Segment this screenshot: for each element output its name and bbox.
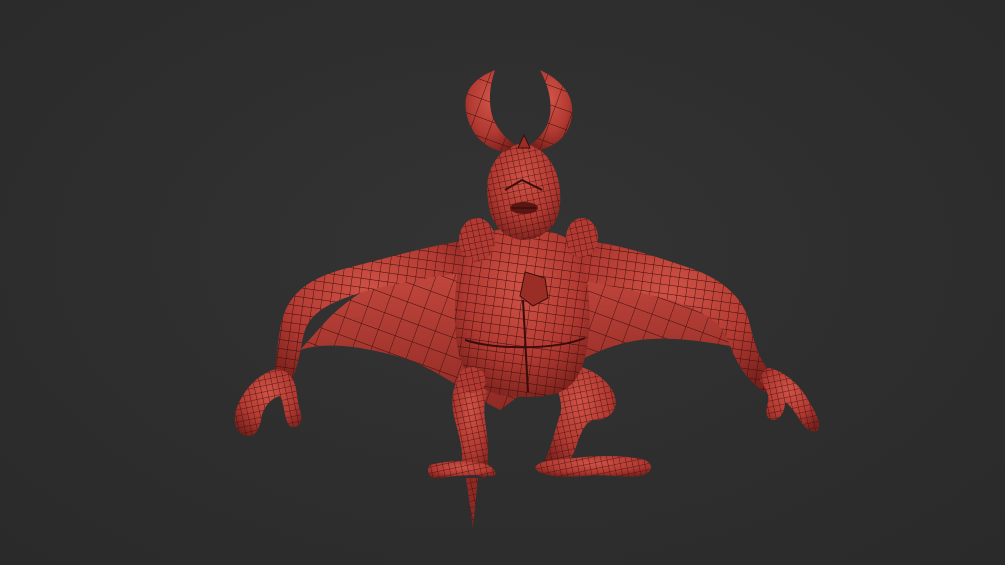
right-shoulder-pad [566, 218, 598, 258]
left-horn [465, 70, 515, 152]
left-leg [428, 370, 496, 528]
3d-viewport[interactable] [0, 0, 1005, 565]
creature-model[interactable] [0, 0, 1005, 565]
left-shoulder-pad [459, 218, 495, 262]
head [487, 133, 561, 240]
right-horn [530, 70, 573, 150]
left-knee [458, 367, 486, 393]
